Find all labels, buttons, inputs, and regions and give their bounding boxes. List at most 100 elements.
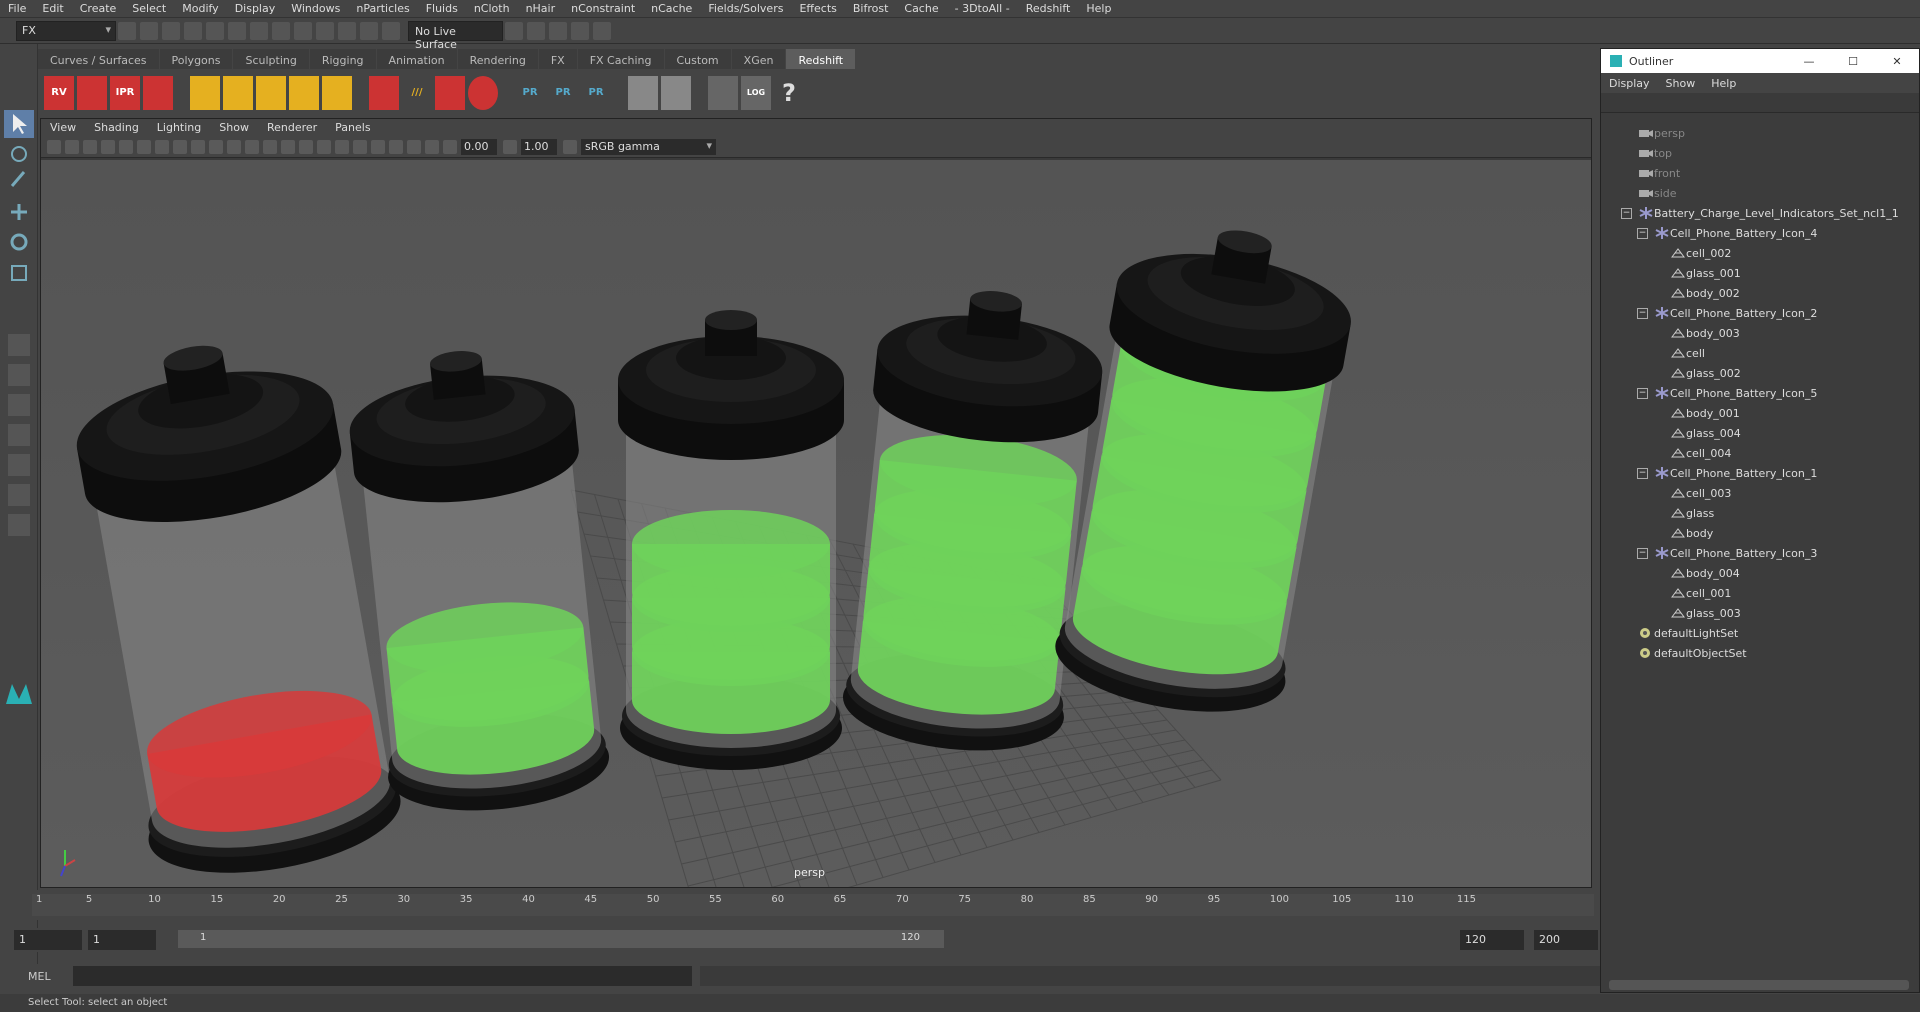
outliner-scrollbar[interactable] bbox=[1609, 980, 1909, 990]
outliner-item[interactable]: body_001 bbox=[1601, 403, 1919, 423]
outliner-item[interactable]: body_002 bbox=[1601, 283, 1919, 303]
colorspace-dropdown[interactable]: sRGB gamma bbox=[581, 138, 716, 155]
menu-redshift[interactable]: Redshift bbox=[1018, 2, 1079, 15]
battery-icon[interactable] bbox=[618, 310, 844, 770]
shelf-tab-fx-caching[interactable]: FX Caching bbox=[577, 49, 664, 69]
outliner-item[interactable]: body_003 bbox=[1601, 323, 1919, 343]
shelf-tab-custom[interactable]: Custom bbox=[664, 49, 731, 69]
shelf-tab-redshift[interactable]: Redshift bbox=[786, 49, 856, 69]
redshift-proxy-icon[interactable] bbox=[369, 75, 399, 110]
gate-mask-icon[interactable] bbox=[173, 139, 187, 154]
redo-icon[interactable] bbox=[206, 21, 224, 40]
render-settings-icon[interactable] bbox=[571, 21, 589, 40]
snap-point-icon[interactable] bbox=[338, 21, 356, 40]
camera-select-icon[interactable] bbox=[47, 139, 61, 154]
shadows-icon[interactable] bbox=[335, 139, 349, 154]
redshift-hair-icon[interactable]: /// bbox=[402, 75, 432, 110]
outliner-item[interactable]: − Battery_Charge_Level_Indicators_Set_ncl… bbox=[1601, 203, 1919, 223]
menu-fields-solvers[interactable]: Fields/Solvers bbox=[700, 2, 791, 15]
safe-action-icon[interactable] bbox=[209, 139, 223, 154]
redshift-render-view-icon[interactable]: RV bbox=[44, 75, 74, 110]
close-icon[interactable]: ✕ bbox=[1875, 55, 1919, 68]
light-area-icon[interactable] bbox=[190, 75, 220, 110]
outliner-item[interactable]: glass bbox=[1601, 503, 1919, 523]
bookmark-icon[interactable] bbox=[83, 139, 97, 154]
menu-help[interactable]: Help bbox=[1078, 2, 1119, 15]
outliner-item[interactable]: glass_003 bbox=[1601, 603, 1919, 623]
hypershade-icon[interactable] bbox=[593, 21, 611, 40]
menu-bifrost[interactable]: Bifrost bbox=[845, 2, 897, 15]
snap-plane-icon[interactable] bbox=[360, 21, 378, 40]
menu-nparticles[interactable]: nParticles bbox=[348, 2, 417, 15]
outliner-menu-help[interactable]: Help bbox=[1703, 77, 1744, 90]
select-component-icon[interactable] bbox=[272, 21, 290, 40]
maximize-icon[interactable]: ☐ bbox=[1831, 55, 1875, 68]
light-sun-icon[interactable] bbox=[322, 75, 352, 110]
outliner-item[interactable]: cell_001 bbox=[1601, 583, 1919, 603]
exposure-icon[interactable] bbox=[443, 139, 457, 154]
safe-title-icon[interactable] bbox=[227, 139, 241, 154]
start-time-field[interactable]: 1 bbox=[14, 930, 82, 950]
pr-proxy-import-icon[interactable]: PR bbox=[515, 75, 545, 110]
outliner-item[interactable]: cell bbox=[1601, 343, 1919, 363]
battery-icon[interactable] bbox=[837, 280, 1110, 761]
collapse-icon[interactable]: − bbox=[1637, 387, 1648, 399]
light-grid-icon[interactable] bbox=[223, 75, 253, 110]
outliner-item[interactable]: cell_002 bbox=[1601, 243, 1919, 263]
field-chart-icon[interactable] bbox=[191, 139, 205, 154]
render-frame-icon[interactable] bbox=[527, 21, 545, 40]
live-surface-field[interactable]: No Live Surface bbox=[408, 20, 503, 51]
time-slider-track[interactable]: 1 5 10 15 20 25 30 35 40 45 50 55 60 65 70 75 80 85 90 95 10… bbox=[32, 894, 1594, 916]
ipr-render-icon[interactable] bbox=[549, 21, 567, 40]
film-gate-icon[interactable] bbox=[137, 139, 151, 154]
menu-display[interactable]: Display bbox=[227, 2, 284, 15]
menu-select[interactable]: Select bbox=[124, 2, 174, 15]
shelf-tab-sculpting[interactable]: Sculpting bbox=[233, 49, 309, 69]
redshift-volume-icon[interactable] bbox=[435, 75, 465, 110]
viewport-menu-view[interactable]: View bbox=[41, 121, 85, 134]
gamma-icon[interactable] bbox=[503, 139, 517, 154]
outliner-item[interactable]: − Cell_Phone_Battery_Icon_5 bbox=[1601, 383, 1919, 403]
viewport-menu-renderer[interactable]: Renderer bbox=[258, 121, 326, 134]
mel-label[interactable]: MEL bbox=[0, 970, 73, 983]
battery-icon[interactable] bbox=[1046, 211, 1364, 728]
menu-windows[interactable]: Windows bbox=[283, 2, 348, 15]
mesh-displace-icon[interactable] bbox=[661, 75, 691, 110]
outliner-item[interactable]: persp bbox=[1601, 123, 1919, 143]
outliner-item[interactable]: defaultObjectSet bbox=[1601, 643, 1919, 663]
outliner-item[interactable]: body bbox=[1601, 523, 1919, 543]
menu-fluids[interactable]: Fluids bbox=[418, 2, 466, 15]
shelf-tab-curves-surfaces[interactable]: Curves / Surfaces bbox=[38, 49, 159, 69]
snap-curve-icon[interactable] bbox=[316, 21, 334, 40]
select-object-icon[interactable] bbox=[250, 21, 268, 40]
viewport-menu-shading[interactable]: Shading bbox=[85, 121, 148, 134]
outliner-menu-show[interactable]: Show bbox=[1658, 77, 1704, 90]
menu-effects[interactable]: Effects bbox=[791, 2, 844, 15]
depth-of-field-icon[interactable] bbox=[407, 139, 421, 154]
range-slider[interactable]: 1 120 bbox=[178, 930, 944, 948]
snap-surface-icon[interactable] bbox=[382, 21, 400, 40]
menu-file[interactable]: File bbox=[0, 2, 34, 15]
menu-ncache[interactable]: nCache bbox=[643, 2, 700, 15]
ambient-occlusion-icon[interactable] bbox=[371, 139, 385, 154]
open-scene-icon[interactable] bbox=[140, 21, 158, 40]
wireframe-icon[interactable] bbox=[245, 139, 259, 154]
pr-proxy-swap-icon[interactable]: PR bbox=[581, 75, 611, 110]
exposure-field[interactable]: 0.00 bbox=[461, 138, 497, 155]
gamma-field[interactable]: 1.00 bbox=[521, 138, 557, 155]
collapse-icon[interactable]: − bbox=[1637, 307, 1648, 319]
undo-icon[interactable] bbox=[184, 21, 202, 40]
outliner-item[interactable]: glass_001 bbox=[1601, 263, 1919, 283]
select-hierarchy-icon[interactable] bbox=[228, 21, 246, 40]
outliner-search[interactable] bbox=[1601, 93, 1919, 113]
outliner-item[interactable]: cell_003 bbox=[1601, 483, 1919, 503]
shelf-tab-fx[interactable]: FX bbox=[538, 49, 577, 69]
light-spot-icon[interactable] bbox=[256, 75, 286, 110]
smooth-shade-icon[interactable] bbox=[263, 139, 277, 154]
menu-nconstraint[interactable]: nConstraint bbox=[563, 2, 643, 15]
outliner-item[interactable]: glass_002 bbox=[1601, 363, 1919, 383]
anti-aliasing-icon[interactable] bbox=[389, 139, 403, 154]
log-icon[interactable]: LOG bbox=[741, 75, 771, 110]
redshift-sphere-icon[interactable] bbox=[468, 75, 498, 110]
help-icon[interactable]: ? bbox=[774, 76, 804, 110]
